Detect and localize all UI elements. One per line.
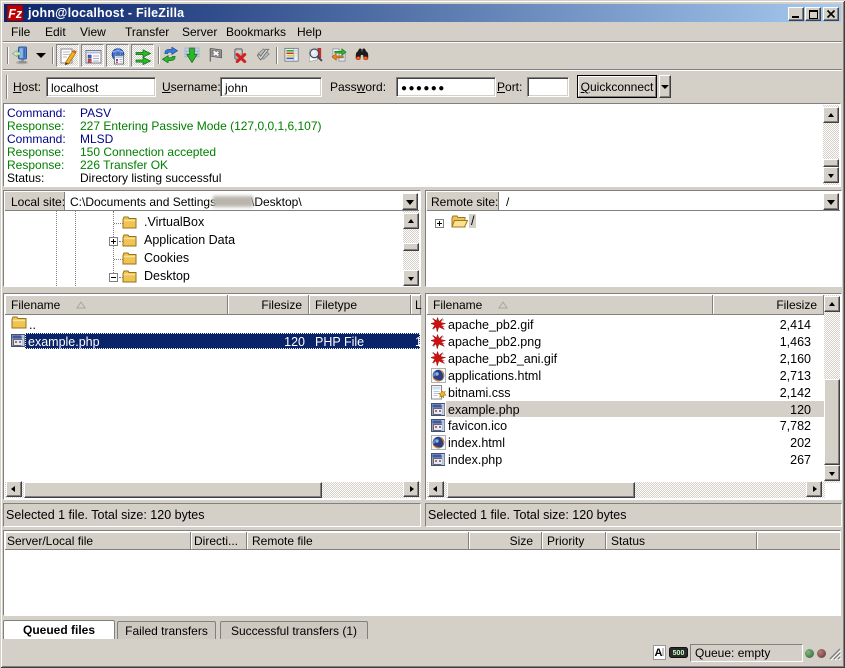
svg-text:500: 500: [673, 650, 685, 657]
svg-text:Fz: Fz: [8, 7, 23, 21]
svg-text:A: A: [655, 647, 663, 659]
